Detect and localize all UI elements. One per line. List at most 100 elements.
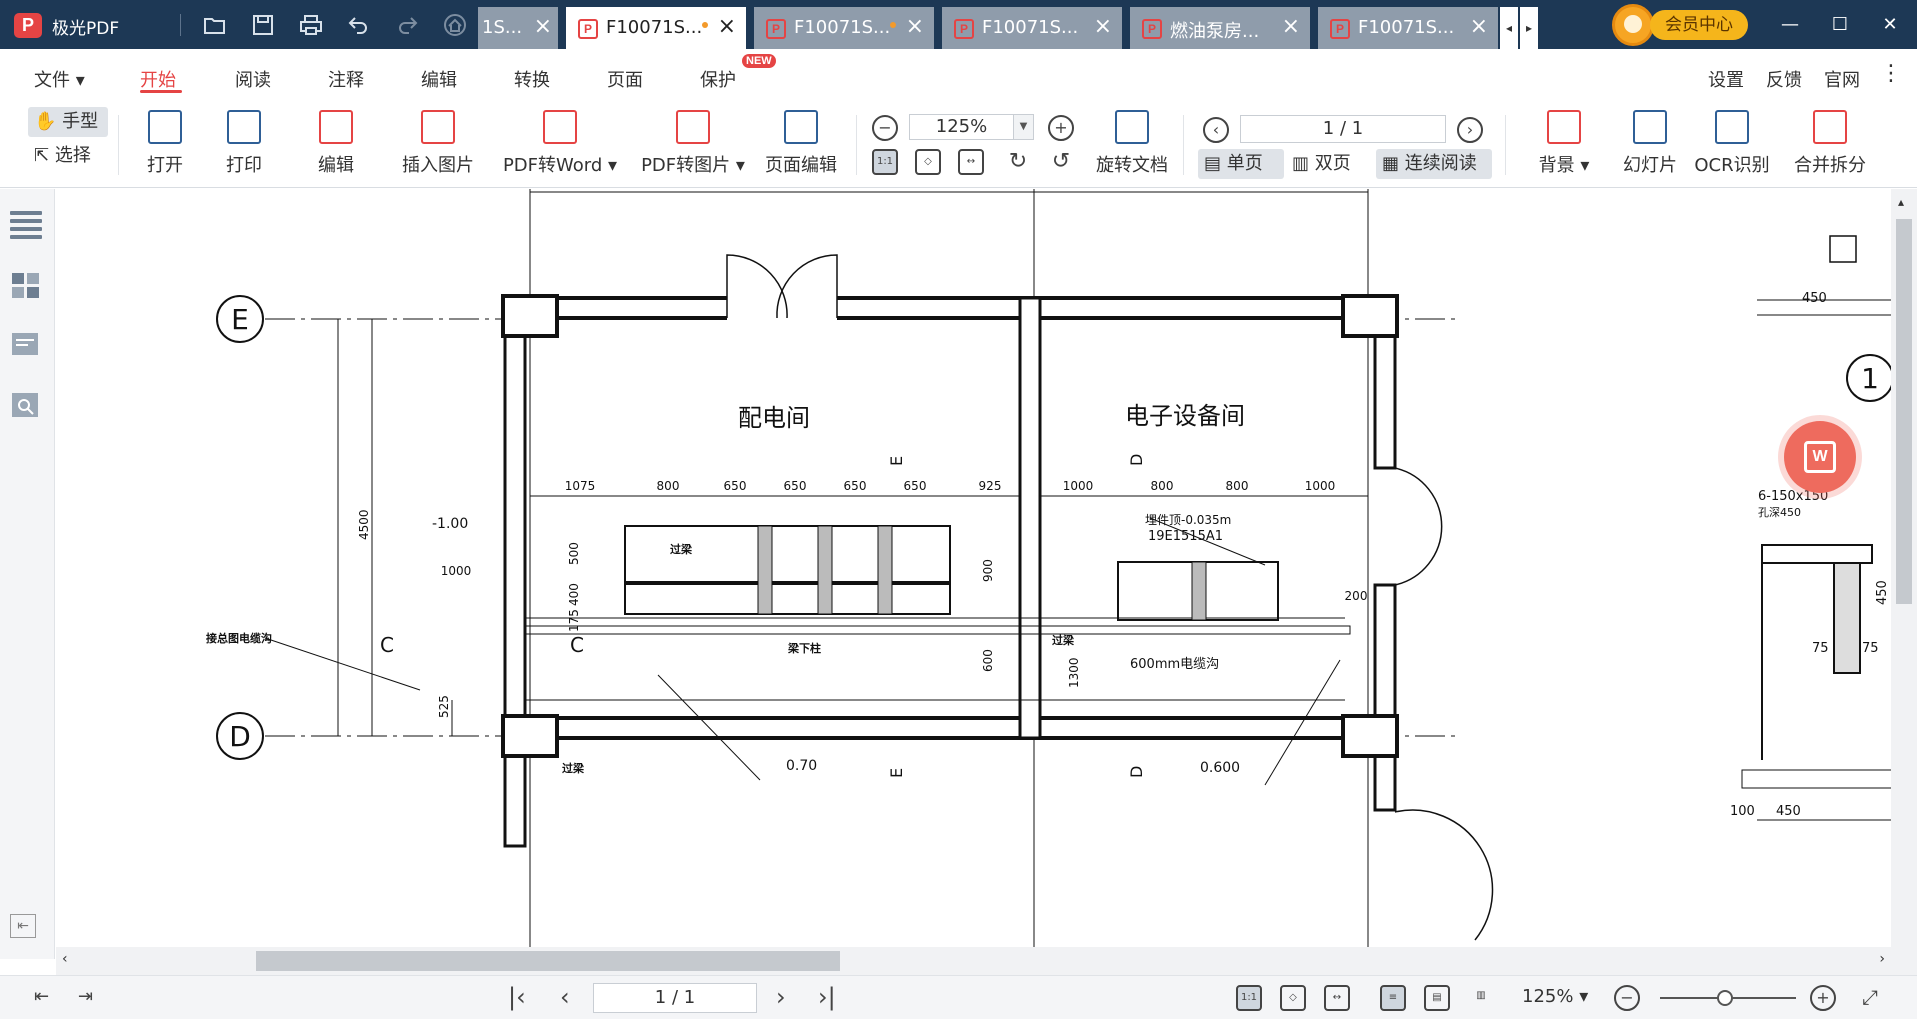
print-icon[interactable]: [299, 14, 323, 36]
tab-scroll-left-icon[interactable]: ◂: [1500, 7, 1518, 49]
close-icon[interactable]: ×: [1094, 15, 1112, 39]
status-zoom-in-icon[interactable]: +: [1810, 985, 1836, 1011]
menu-home[interactable]: 开始: [140, 66, 176, 92]
pdf-to-image-button[interactable]: PDF转图片 ▾: [640, 110, 746, 184]
vertical-scrollbar[interactable]: ▴: [1891, 189, 1917, 975]
menu-read[interactable]: 阅读: [235, 66, 271, 92]
document-view[interactable]: E D 1 配电间 电子设备间 1075 800 650 650 650 650…: [56, 189, 1891, 947]
menu-settings[interactable]: 设置: [1708, 66, 1744, 92]
prev-page-status-icon[interactable]: ‹: [560, 984, 570, 1010]
maximize-icon[interactable]: ☐: [1820, 10, 1860, 40]
select-tool-button[interactable]: ⇱ 选择: [28, 141, 108, 171]
status-zoom-select[interactable]: 125% ▾: [1522, 986, 1588, 1007]
vip-avatar[interactable]: [1612, 4, 1654, 46]
search-icon[interactable]: [10, 391, 42, 421]
vip-center-button[interactable]: 会员中心: [1650, 10, 1748, 40]
hand-tool-button[interactable]: ✋ 手型: [28, 107, 108, 137]
convert-to-word-float-button[interactable]: W: [1784, 421, 1856, 493]
menu-annotate[interactable]: 注释: [328, 66, 364, 92]
status-double-icon[interactable]: ▥: [1468, 985, 1494, 1011]
status-page-input[interactable]: 1 / 1: [593, 983, 757, 1013]
rotate-document-button[interactable]: 旋转文档: [1092, 110, 1172, 184]
scroll-right-icon[interactable]: ›: [1879, 951, 1885, 967]
horizontal-scrollbar[interactable]: ‹ ›: [56, 947, 1891, 975]
close-window-icon[interactable]: ✕: [1870, 10, 1910, 40]
open-folder-icon[interactable]: [203, 14, 227, 36]
next-page-status-icon[interactable]: ›: [776, 984, 786, 1010]
close-icon[interactable]: ×: [534, 15, 552, 39]
thumbnails-icon[interactable]: [10, 271, 42, 301]
tab-document-6[interactable]: P F10071S... ×: [1318, 7, 1498, 49]
close-icon[interactable]: ×: [1282, 15, 1300, 39]
fit-width-icon[interactable]: ↔: [958, 149, 984, 175]
status-fit-page-icon[interactable]: ◇: [1280, 985, 1306, 1011]
close-icon[interactable]: ×: [906, 15, 924, 39]
insert-image-button[interactable]: 插入图片: [400, 110, 476, 184]
close-icon[interactable]: ×: [1470, 15, 1488, 39]
menu-page[interactable]: 页面: [607, 66, 643, 92]
pdf-file-icon: P: [578, 19, 598, 39]
prev-page-icon[interactable]: ‹: [1203, 117, 1229, 143]
rotate-left-icon[interactable]: ↻: [1005, 149, 1031, 175]
prev-view-icon[interactable]: ⇤: [10, 914, 36, 938]
menu-feedback[interactable]: 反馈: [1766, 66, 1802, 92]
double-page-button[interactable]: ▥ 双页: [1288, 149, 1368, 179]
zoom-input[interactable]: 125%: [909, 114, 1014, 140]
dim-label: 1300: [1067, 657, 1081, 688]
actual-size-button[interactable]: 1:1: [872, 149, 898, 175]
horizontal-scroll-thumb[interactable]: [256, 951, 840, 971]
continuous-read-button[interactable]: ▦ 连续阅读: [1376, 149, 1492, 179]
rotate-right-icon[interactable]: ↺: [1048, 149, 1074, 175]
status-continuous-icon[interactable]: ≡: [1380, 985, 1406, 1011]
menu-website[interactable]: 官网: [1824, 66, 1860, 92]
menu-protect[interactable]: 保护: [700, 66, 736, 92]
last-page-icon[interactable]: ›|: [818, 984, 836, 1010]
forward-icon[interactable]: ⇥: [78, 984, 93, 1010]
tab-document-2[interactable]: P F10071S... ×: [566, 7, 746, 49]
status-actual-size-icon[interactable]: 1:1: [1236, 985, 1262, 1011]
undo-icon[interactable]: [347, 14, 371, 36]
close-icon[interactable]: ×: [718, 15, 736, 39]
open-button[interactable]: 打开: [140, 110, 190, 184]
tab-document-4[interactable]: P F10071S... ×: [942, 7, 1122, 49]
status-zoom-out-icon[interactable]: −: [1614, 985, 1640, 1011]
print-button[interactable]: 打印: [219, 110, 269, 184]
single-page-button[interactable]: ▤ 单页: [1198, 149, 1284, 179]
back-icon[interactable]: ⇤: [34, 984, 49, 1010]
minimize-icon[interactable]: —: [1770, 10, 1810, 40]
scroll-left-icon[interactable]: ‹: [62, 951, 68, 967]
outline-icon[interactable]: [10, 211, 42, 241]
next-page-icon[interactable]: ›: [1457, 117, 1483, 143]
status-fit-width-icon[interactable]: ↔: [1324, 985, 1350, 1011]
home-icon[interactable]: [443, 14, 467, 36]
menu-convert[interactable]: 转换: [514, 66, 550, 92]
edit-button[interactable]: 编辑: [311, 110, 361, 184]
status-single-icon[interactable]: ▤: [1424, 985, 1450, 1011]
pdf-to-word-button[interactable]: PDF转Word ▾: [500, 110, 620, 184]
save-icon[interactable]: [251, 14, 275, 36]
tab-document-1[interactable]: 1S... ×: [478, 7, 558, 49]
zoom-slider-knob[interactable]: [1717, 990, 1733, 1006]
annotations-icon[interactable]: [10, 331, 42, 361]
zoom-out-icon[interactable]: −: [872, 115, 898, 141]
vertical-scroll-thumb[interactable]: [1896, 219, 1912, 604]
page-number-input[interactable]: 1 / 1: [1240, 115, 1446, 143]
scroll-up-icon[interactable]: ▴: [1898, 195, 1904, 209]
ocr-button[interactable]: OCR识别: [1692, 110, 1772, 184]
redo-icon[interactable]: [395, 14, 419, 36]
fullscreen-icon[interactable]: ⤢: [1862, 984, 1878, 1010]
merge-split-button[interactable]: 合并拆分: [1790, 110, 1870, 184]
first-page-icon[interactable]: |‹: [508, 984, 526, 1010]
page-edit-button[interactable]: 页面编辑: [763, 110, 839, 184]
zoom-in-icon[interactable]: +: [1048, 115, 1074, 141]
fit-page-icon[interactable]: ◇: [915, 149, 941, 175]
tab-document-5[interactable]: P 燃油泵房... ×: [1130, 7, 1310, 49]
menu-edit[interactable]: 编辑: [421, 66, 457, 92]
menu-file[interactable]: 文件 ▾: [34, 66, 85, 92]
zoom-dropdown-icon[interactable]: ▼: [1014, 114, 1034, 140]
tab-document-3[interactable]: P F10071S... ×: [754, 7, 934, 49]
tab-scroll-right-icon[interactable]: ▸: [1520, 7, 1538, 49]
background-button[interactable]: 背景 ▾: [1522, 110, 1606, 184]
slideshow-button[interactable]: 幻灯片: [1620, 110, 1680, 184]
more-icon[interactable]: ⋮: [1880, 61, 1902, 86]
